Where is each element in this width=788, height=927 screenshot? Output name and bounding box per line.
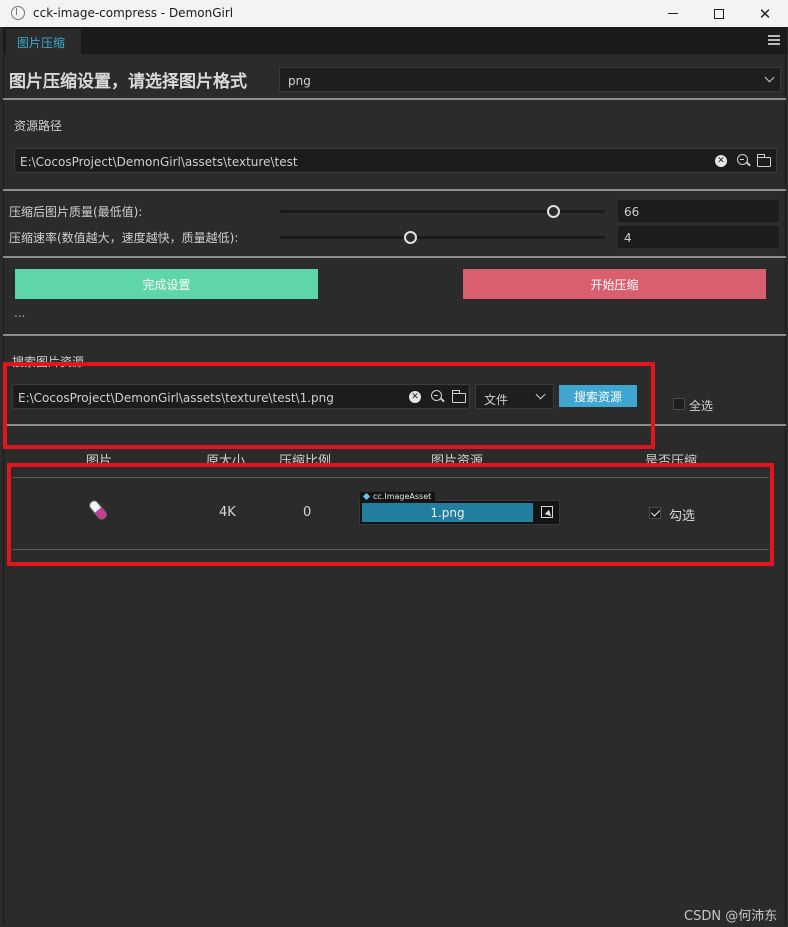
search-icon[interactable]	[737, 154, 748, 165]
speed-label: 压缩速率(数值越大，速度越快，质量越低):	[9, 231, 239, 245]
divider	[3, 256, 786, 258]
minimize-button[interactable]	[650, 0, 696, 27]
clear-icon[interactable]: ✕	[715, 155, 727, 167]
hamburger-menu-icon[interactable]	[768, 35, 780, 45]
select-all-checkbox[interactable]	[673, 398, 685, 410]
settings-heading: 图片压缩设置，请选择图片格式	[9, 72, 247, 92]
divider	[3, 189, 786, 191]
select-all-label: 全选	[689, 399, 714, 413]
quality-slider-handle[interactable]	[546, 205, 560, 218]
maximize-button[interactable]	[696, 0, 742, 27]
quality-label: 压缩后图片质量(最低值):	[9, 205, 143, 219]
format-select[interactable]: png	[279, 67, 781, 92]
speed-slider-handle[interactable]	[403, 231, 417, 244]
minimize-icon	[668, 13, 678, 14]
window-titlebar: cck-image-compress - DemonGirl ✕	[0, 0, 788, 27]
resource-path-value: E:\CocosProject\DemonGirl\assets\texture…	[20, 155, 298, 169]
status-text: ...	[14, 306, 26, 320]
resource-path-label: 资源路径	[14, 119, 63, 133]
highlight-box-table	[7, 463, 774, 566]
window-title: cck-image-compress - DemonGirl	[33, 6, 234, 20]
speed-slider-track[interactable]	[280, 236, 605, 239]
divider	[3, 98, 786, 100]
close-button[interactable]: ✕	[742, 0, 788, 27]
start-compress-button[interactable]: 开始压缩	[463, 269, 766, 299]
tab-image-compress[interactable]: 图片压缩	[6, 29, 81, 54]
speed-input[interactable]: 4	[617, 225, 780, 249]
folder-icon[interactable]	[757, 154, 771, 167]
quality-input[interactable]: 66	[617, 199, 780, 223]
divider	[3, 334, 786, 336]
format-select-value: png	[288, 74, 311, 88]
app-icon	[11, 6, 25, 20]
tab-bar: 图片压缩	[4, 27, 787, 54]
close-icon: ✕	[758, 4, 772, 23]
done-settings-button[interactable]: 完成设置	[15, 269, 318, 299]
resource-path-field[interactable]: E:\CocosProject\DemonGirl\assets\texture…	[14, 148, 777, 173]
chevron-down-icon	[764, 72, 775, 83]
watermark: CSDN @何沛东	[684, 909, 778, 924]
maximize-icon	[714, 8, 724, 19]
highlight-box-search	[3, 362, 655, 449]
